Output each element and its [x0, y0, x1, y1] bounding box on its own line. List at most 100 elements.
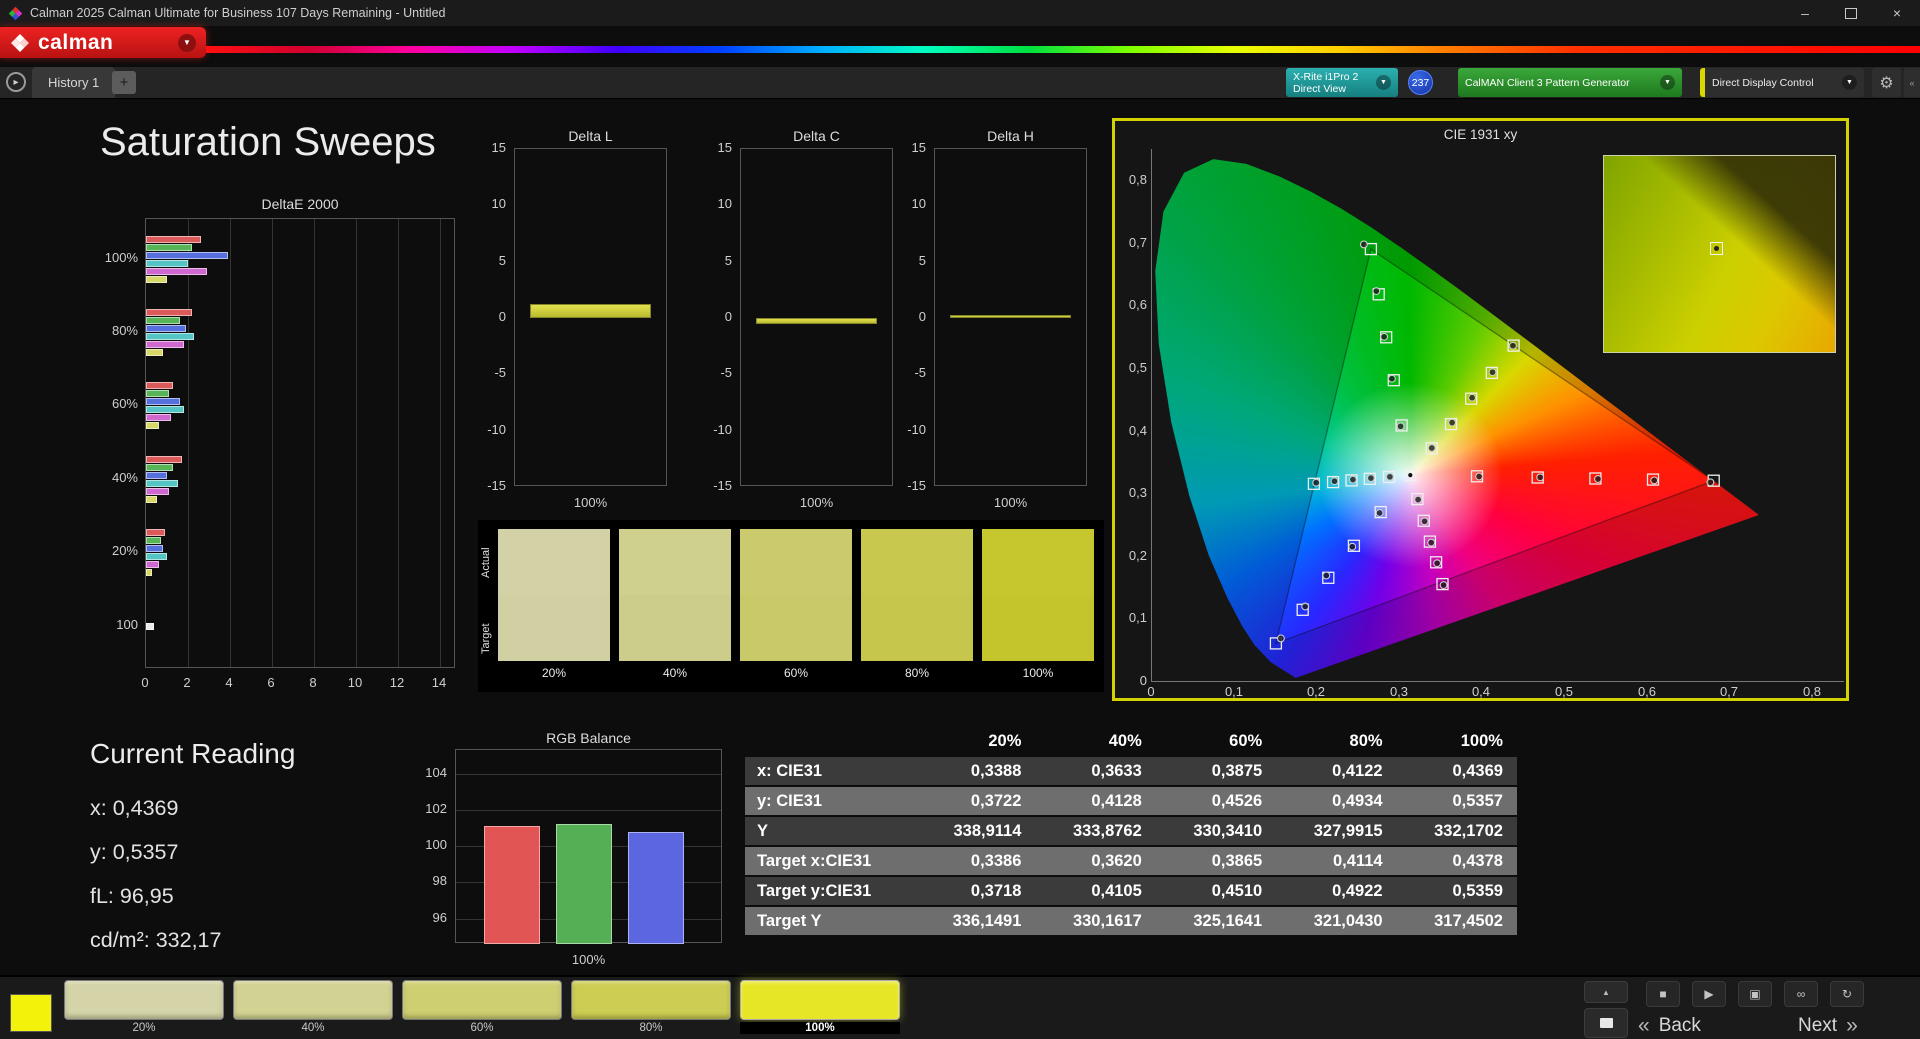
calman-menu-button[interactable]: calman ▼	[0, 27, 206, 58]
patch-button-60%[interactable]: 60%	[402, 980, 562, 1034]
y-tick-label: 100%	[104, 250, 138, 265]
x-tick-label: 4	[225, 675, 233, 690]
display-control-label: Direct Display Control	[1712, 76, 1814, 89]
table-value-cell: 332,1702	[1434, 821, 1503, 840]
deltae-bar	[146, 317, 180, 324]
y-tick-label: -5	[914, 365, 926, 381]
reading-x: x: 0,4369	[90, 796, 179, 820]
actual-swatch	[498, 529, 610, 595]
deltae-bar	[146, 456, 182, 463]
back-button[interactable]: « Back	[1638, 1013, 1701, 1039]
rgb-bar	[556, 824, 612, 944]
deltae-bar	[146, 333, 194, 340]
row-label: Target y:CIE31	[757, 881, 872, 900]
y-tick-label: 20%	[111, 543, 138, 558]
close-button[interactable]: ×	[1874, 0, 1920, 26]
table-value-cell: 0,4122	[1332, 761, 1383, 780]
delta-bar	[530, 304, 651, 318]
next-button[interactable]: Next »	[1798, 1013, 1858, 1039]
deltae-bar	[146, 268, 207, 275]
patch-color	[64, 980, 224, 1020]
measured-marker-cyan	[1366, 474, 1375, 483]
measured-marker-cyan	[1330, 477, 1339, 486]
delta-bar	[756, 318, 877, 324]
pattern-generator-dropdown[interactable]: CalMAN Client 3 Pattern Generator ▼	[1458, 68, 1682, 97]
reading-y: y: 0,5357	[90, 840, 179, 864]
maximize-button[interactable]	[1828, 0, 1874, 26]
reading-cdm2: cd/m²: 332,17	[90, 928, 222, 952]
settings-button[interactable]: ⚙	[1872, 68, 1901, 97]
swatch-column: 100%	[982, 529, 1094, 680]
table-value-cell: 0,3865	[1211, 851, 1263, 870]
add-tab-button[interactable]: +	[112, 71, 136, 94]
chevron-down-icon: ▼	[1376, 75, 1391, 90]
actual-target-swatch-panel: Actual Target 20% 40% 60% 80% 100%	[478, 520, 1104, 692]
x-tick-label: 10	[347, 675, 363, 690]
rainbow-strip	[206, 46, 1920, 53]
history-nav-button[interactable]: ▸	[6, 72, 26, 92]
x-tick-label: 0,6	[1637, 684, 1657, 699]
meter-mode: Direct View	[1293, 82, 1346, 95]
panel-collapse-button[interactable]: «	[1904, 68, 1920, 97]
stop-button[interactable]: ■	[1646, 981, 1680, 1007]
chevron-down-icon: ▼	[1660, 75, 1675, 90]
maximize-icon	[1845, 7, 1857, 19]
tab-history-1[interactable]: History 1	[32, 67, 116, 98]
table-row: Y 338,9114 333,8762 330,3410 327,9915 332,170…	[745, 817, 1517, 845]
swatch-column: 60%	[740, 529, 852, 680]
measurement-count-badge[interactable]: 237	[1408, 70, 1433, 95]
gridline	[456, 774, 721, 775]
y-tick-label: 102	[425, 801, 447, 816]
minimize-button[interactable]: –	[1782, 0, 1828, 26]
gridline	[398, 219, 399, 667]
window-title: Calman 2025 Calman Ultimate for Business…	[30, 6, 446, 20]
chart-title: Delta L	[568, 128, 613, 144]
deltae-plot-area	[145, 218, 455, 668]
pattern-window-button[interactable]	[1584, 1008, 1628, 1038]
swatch-column: 80%	[861, 529, 973, 680]
patch-scroll-up-button[interactable]: ▲	[1584, 981, 1628, 1003]
meter-dropdown[interactable]: X-Rite i1Pro 2 Direct View ▼	[1286, 68, 1398, 97]
table-value-cell: 0,4105	[1091, 881, 1142, 900]
chart-title: CIE 1931 xy	[1443, 127, 1518, 142]
y-tick-label: 98	[432, 873, 447, 888]
measured-marker-red	[1475, 472, 1484, 481]
link-button[interactable]: ∞	[1784, 981, 1818, 1007]
swatch-column: 40%	[619, 529, 731, 680]
gridline	[440, 219, 441, 667]
patch-button-40%[interactable]: 40%	[233, 980, 393, 1034]
table-value-cell: 0,4114	[1333, 851, 1383, 870]
y-tick-label: 0,3	[1128, 485, 1147, 500]
y-tick-label: 10	[911, 196, 926, 212]
gear-icon: ⚙	[1879, 74, 1894, 92]
y-tick-label: -15	[907, 478, 926, 493]
calman-app-icon	[8, 6, 23, 20]
gridline	[188, 219, 189, 667]
delta-h-plot-area	[934, 148, 1087, 486]
patch-button-100%[interactable]: 100%	[740, 980, 900, 1034]
save-button[interactable]: ▣	[1738, 981, 1772, 1007]
rgb-bar	[628, 832, 684, 944]
target-marker	[1710, 242, 1724, 256]
y-tick-label: 5	[724, 252, 732, 268]
current-reading-title: Current Reading	[90, 738, 296, 769]
measured-marker	[1714, 246, 1720, 252]
play-button[interactable]: ▶	[1692, 981, 1726, 1007]
patch-button-80%[interactable]: 80%	[571, 980, 731, 1034]
measured-marker-blue	[1348, 542, 1357, 551]
patch-color	[740, 980, 900, 1020]
deltae-bar	[146, 464, 173, 471]
deltae-bar	[146, 406, 184, 413]
display-control-dropdown[interactable]: Direct Display Control ▼	[1700, 68, 1864, 97]
measured-marker-red	[1650, 476, 1659, 485]
table-value-cell: 336,1491	[952, 911, 1022, 930]
y-tick-label: 10	[491, 196, 506, 212]
refresh-button[interactable]: ↻	[1830, 981, 1864, 1007]
meter-name: X-Rite i1Pro 2	[1293, 70, 1359, 83]
y-tick-label: 80%	[111, 323, 138, 338]
actual-row-label: Actual	[480, 547, 492, 579]
y-tick-label: 0,6	[1128, 297, 1147, 312]
patch-button-20%[interactable]: 20%	[64, 980, 224, 1034]
y-tick-label: 100	[425, 837, 447, 852]
target-swatch	[619, 595, 731, 661]
